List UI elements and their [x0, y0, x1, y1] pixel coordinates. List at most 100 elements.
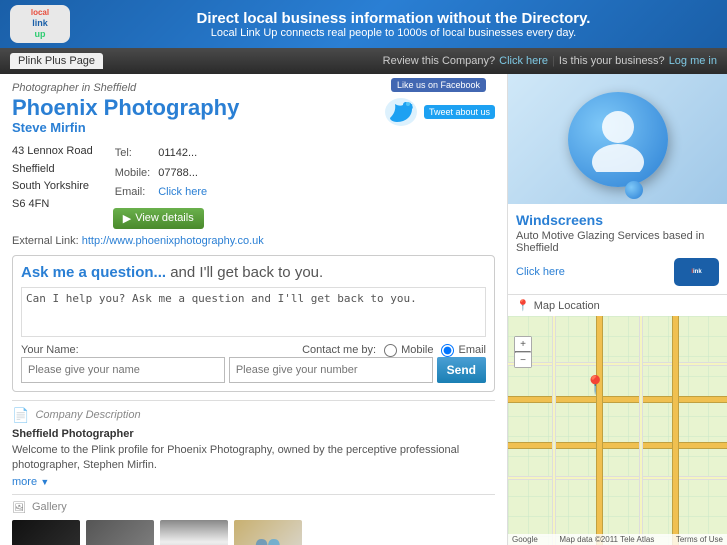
map-container[interactable]: + − 📍 Google Map data ©2011 Tele Atlas T… [508, 316, 727, 545]
map-road-v4 [672, 316, 679, 545]
header-tagline-sub: Local Link Up connects real people to 10… [70, 27, 717, 39]
map-road-v3 [552, 316, 556, 545]
mobile-value: 07788... [158, 165, 213, 183]
contact-table: Tel: 01142... Mobile: 07788... Email: Cl… [113, 143, 215, 204]
gallery-thumb-2[interactable] [86, 520, 154, 545]
social-box: Like us on Facebook Tweet about us [382, 78, 495, 128]
tel-value: 01142... [158, 145, 213, 163]
header-text: Direct local business information withou… [70, 10, 717, 39]
logo-link: link [31, 18, 49, 29]
business-text: Is this your business? [559, 55, 665, 67]
tweet-button[interactable]: Tweet about us [424, 105, 495, 119]
address-line4: S6 4FN [12, 196, 93, 214]
question-ask: Ask me a question... [21, 264, 166, 281]
profile-image-area [508, 74, 727, 204]
radio-mobile[interactable] [384, 344, 397, 357]
right-column: Windscreens Auto Motive Glazing Services… [507, 74, 727, 545]
radio-email[interactable] [441, 344, 454, 357]
map-background [508, 316, 727, 545]
profile-silhouette-icon [583, 107, 653, 172]
map-footer: Google Map data ©2011 Tele Atlas Terms o… [508, 534, 727, 545]
gallery-section: 🖼 Gallery 👥 [12, 494, 495, 545]
map-road-v2 [639, 316, 643, 545]
ad-click-link[interactable]: Click here [516, 266, 565, 278]
view-details-icon: ▶ [123, 212, 131, 225]
contact-row: Your Name: Contact me by: Mobile Email [21, 344, 486, 357]
company-description-section: 📄 Company Description Sheffield Photogra… [12, 400, 495, 488]
send-button[interactable]: Send [437, 357, 486, 383]
twitter-bird-icon [382, 96, 420, 128]
main-content: Photographer in Sheffield Phoenix Photog… [0, 74, 727, 545]
sep1: | [552, 55, 555, 67]
site-header: local link up Direct local business info… [0, 0, 727, 48]
address-block: 43 Lennox Road Sheffield South Yorkshire… [12, 143, 93, 229]
business-name-block: Photographer in Sheffield Phoenix Photog… [12, 82, 239, 143]
business-owner: Steve Mirfin [12, 120, 239, 135]
desc-heading: Company Description [35, 409, 140, 421]
more-link[interactable]: more [12, 476, 37, 488]
external-link-row: External Link: http://www.phoenixphotogr… [12, 235, 495, 247]
map-title: Map Location [534, 300, 600, 312]
ad-logo-row: Click here link [516, 258, 719, 286]
map-road-h3 [508, 362, 727, 366]
google-label: Google [512, 535, 538, 544]
address-line2: Sheffield [12, 161, 93, 179]
number-input[interactable] [229, 357, 433, 383]
question-box: Ask me a question... and I'll get back t… [12, 255, 495, 392]
radio-email-label: Email [458, 344, 486, 356]
ad-section: Windscreens Auto Motive Glazing Services… [508, 204, 727, 295]
ad-local-link-logo: link [674, 258, 719, 286]
name-input[interactable] [21, 357, 225, 383]
gallery-thumb-3[interactable] [160, 520, 228, 545]
bubble-tail [625, 181, 643, 199]
map-zoom-controls: + − [514, 336, 532, 368]
site-logo[interactable]: local link up [10, 5, 70, 43]
login-link[interactable]: Log me in [669, 55, 717, 67]
radio-mobile-group: Mobile [384, 344, 433, 357]
logo-local: local [31, 8, 49, 18]
terms-link[interactable]: Terms of Use [676, 535, 723, 544]
review-text: Review this Company? [383, 55, 496, 67]
map-road-h2 [508, 442, 727, 449]
gallery-label: Gallery [32, 501, 67, 513]
twitter-row: Tweet about us [382, 96, 495, 128]
external-link-url[interactable]: http://www.phoenixphotography.co.uk [82, 235, 264, 247]
question-title: Ask me a question... and I'll get back t… [21, 264, 486, 281]
profile-bubble-container [568, 92, 668, 187]
radio-email-group: Email [441, 344, 486, 357]
map-zoom-in[interactable]: + [515, 337, 531, 351]
map-road-v1 [596, 316, 603, 545]
view-details-button[interactable]: ▶ View details [113, 208, 204, 229]
question-rest: and I'll get back to you. [166, 264, 323, 281]
gallery-thumb-4[interactable]: 👥 [234, 520, 302, 545]
radio-mobile-label: Mobile [401, 344, 433, 356]
map-road-h1 [508, 396, 727, 403]
external-link-label: External Link: [12, 235, 79, 247]
header-tagline-main: Direct local business information withou… [70, 10, 717, 27]
email-link[interactable]: Click here [158, 186, 207, 198]
review-click-link[interactable]: Click here [499, 55, 548, 67]
mobile-label: Mobile: [115, 165, 156, 183]
your-name-label: Your Name: [21, 344, 79, 356]
contact-by-label: Contact me by: [302, 344, 376, 356]
more-arrow: ▼ [40, 477, 49, 487]
question-textarea[interactable]: Can I help you? Ask me a question and I'… [21, 287, 486, 337]
nav-tab-plink[interactable]: Plink Plus Page [10, 53, 103, 69]
gallery-thumb-1[interactable] [12, 520, 80, 545]
ad-title: Windscreens [516, 212, 719, 228]
business-header: Photographer in Sheffield Phoenix Photog… [12, 82, 495, 143]
business-name: Phoenix Photography [12, 96, 239, 120]
nav-right: Review this Company? Click here | Is thi… [383, 55, 717, 67]
map-pin: 📍 [584, 375, 606, 396]
desc-short: Sheffield Photographer [12, 428, 495, 440]
desc-icon: 📄 [12, 407, 29, 424]
map-zoom-out[interactable]: − [515, 353, 531, 367]
view-details-label: View details [135, 212, 194, 224]
facebook-button[interactable]: Like us on Facebook [391, 78, 486, 92]
address-line3: South Yorkshire [12, 178, 93, 196]
map-section: 📍 Map Location + − [508, 295, 727, 545]
desc-body: Welcome to the Plink profile for Phoenix… [12, 443, 495, 474]
profile-bubble [568, 92, 668, 187]
name-number-row: Send [21, 357, 486, 383]
left-column: Photographer in Sheffield Phoenix Photog… [0, 74, 507, 545]
